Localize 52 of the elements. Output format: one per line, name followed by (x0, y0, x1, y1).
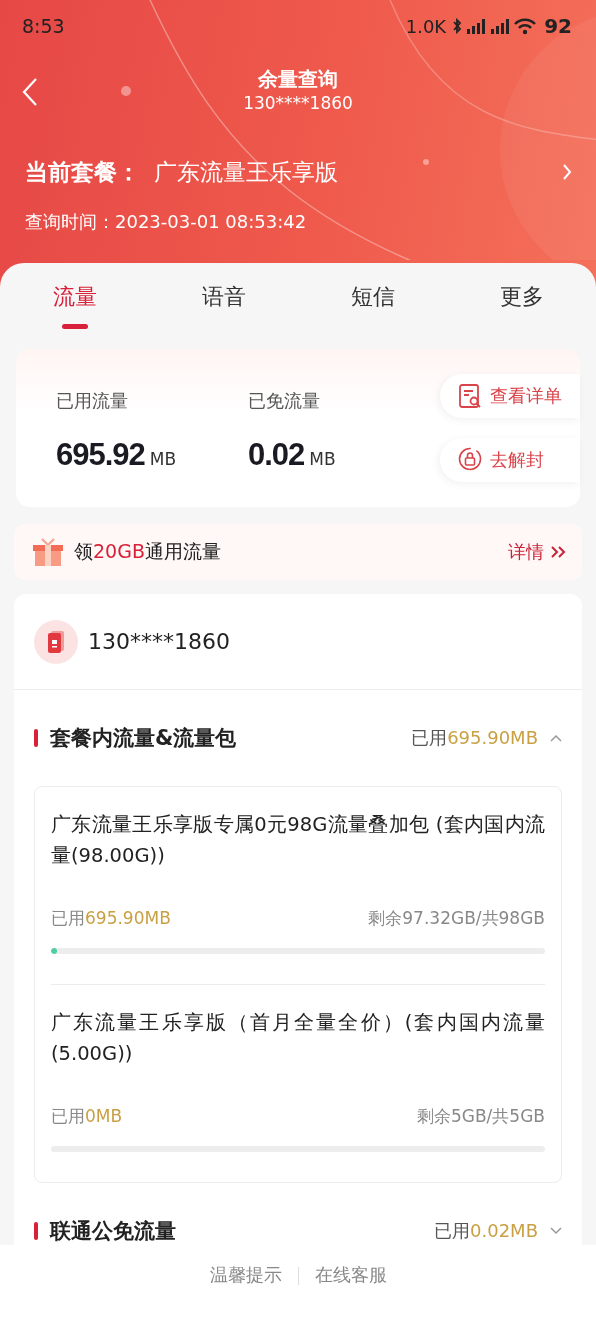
plan-row[interactable]: 当前套餐： 广东流量王乐享版 (0, 144, 596, 200)
used-amount: 已用0MB (51, 1105, 123, 1128)
plan-name: 广东流量王乐享版 (154, 157, 339, 187)
footer-link[interactable]: 温馨提示 (209, 1263, 282, 1287)
remaining-amount: 剩余5GB/共5GB (416, 1105, 545, 1128)
section-header[interactable]: 联通公免流量 已用0.02MB (14, 1183, 582, 1245)
used-amount: 已用0.02MB (434, 1219, 538, 1243)
battery-level: 92 (544, 14, 572, 38)
phone-number: 130****1860 (243, 92, 353, 114)
wifi-icon (514, 17, 537, 35)
chevron-down-icon (550, 1227, 562, 1235)
stat-unit: MB (309, 449, 336, 469)
footer-link[interactable]: 在线客服 (314, 1263, 387, 1287)
promo-banner[interactable]: 领20GB通用流量 详情 (14, 524, 582, 580)
stat-label: 已用流量 (56, 389, 129, 413)
signal-icon (466, 17, 487, 35)
chevron-right-icon (562, 163, 572, 181)
status-time: 8:53 (22, 15, 65, 37)
back-icon (22, 77, 38, 107)
double-chevron-icon (550, 545, 566, 559)
action-button[interactable]: 查看详单 (440, 374, 580, 418)
gift-icon (32, 537, 64, 567)
network-speed: 1.0K (405, 15, 447, 37)
used-amount: 已用695.90MB (411, 726, 538, 750)
remaining-amount: 剩余97.32GB/共98GB (368, 907, 545, 930)
tab[interactable]: 短信 (298, 263, 447, 349)
stat-value: 695.92 (56, 437, 145, 472)
tab[interactable]: 流量 (0, 263, 149, 349)
action-button[interactable]: 去解封 (440, 438, 580, 482)
stat-unit: MB (149, 449, 177, 469)
package-name: 广东流量王乐享版专属0元98G流量叠加包 (套内国内流量(98.00G)) (51, 812, 545, 869)
query-time: 查询时间：2023-03-01 08:53:42 (24, 210, 308, 234)
used-amount: 已用695.90MB (51, 907, 171, 930)
lock-icon (458, 447, 482, 473)
promo-text: 领20GB通用流量 (74, 539, 221, 564)
stat-value: 0.02 (248, 437, 305, 472)
stat-label: 已免流量 (248, 389, 321, 413)
section-title: 套餐内流量&流量包 (50, 725, 237, 752)
page-title: 余量查询 (258, 66, 338, 92)
signal-icon (490, 17, 511, 35)
section-title: 联通公免流量 (50, 1218, 176, 1245)
section-header[interactable]: 套餐内流量&流量包 已用695.90MB (14, 690, 582, 786)
chevron-up-icon (550, 734, 562, 742)
sim-card-icon (34, 619, 78, 664)
details-link[interactable]: 详情 (508, 540, 566, 564)
document-search-icon (458, 383, 482, 409)
tab[interactable]: 语音 (149, 263, 298, 349)
bluetooth-icon (452, 18, 463, 34)
package-name: 广东流量王乐享版（首月全量全价）(套内国内流量(5.00G)) (51, 1010, 545, 1067)
phone-number: 130****1860 (88, 629, 230, 654)
plan-label: 当前套餐： (25, 157, 140, 187)
tab[interactable]: 更多 (447, 263, 596, 349)
